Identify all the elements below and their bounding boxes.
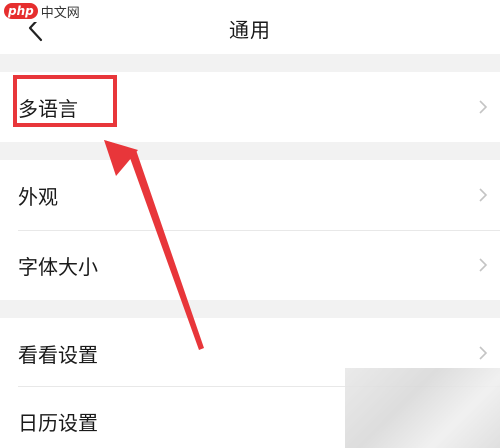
settings-item-label: 外观 [18,184,58,209]
settings-item-label: 日历设置 [18,410,98,435]
site-watermark: php 中文网 [0,0,86,22]
highlight-box [13,75,117,127]
settings-group-display: 外观 字体大小 [0,160,500,300]
watermark-text: 中文网 [40,5,80,21]
settings-item-font-size[interactable]: 字体大小 [0,230,500,300]
watermark-logo: php [4,3,38,19]
chevron-right-icon [479,100,488,114]
settings-general-page: 通用 php 中文网 多语言 外观 字体大小 看看设置 日历设置 [0,0,500,448]
settings-item-appearance[interactable]: 外观 [0,160,500,230]
settings-item-label: 看看设置 [18,342,98,367]
chevron-right-icon [479,258,488,272]
chevron-right-icon [479,346,488,360]
blurred-watermark-area [345,368,500,448]
settings-item-label: 字体大小 [18,254,98,279]
chevron-right-icon [479,188,488,202]
